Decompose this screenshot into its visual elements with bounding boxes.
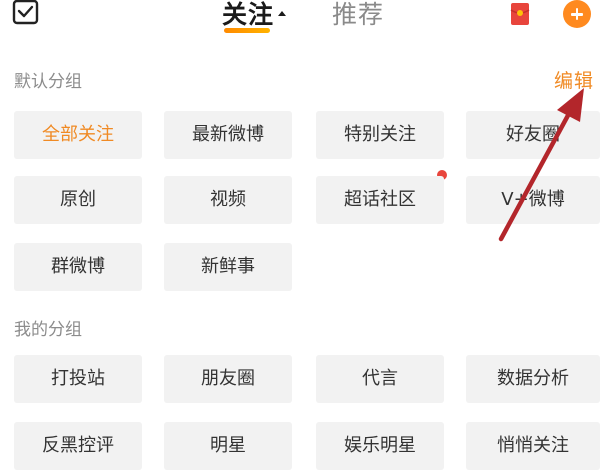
section-title-default: 默认分组 xyxy=(14,72,82,92)
group-chip[interactable]: 最新微博 xyxy=(164,111,292,159)
top-bar: 关注 推荐 xyxy=(0,0,600,44)
group-chip[interactable]: 群微博 xyxy=(14,243,142,291)
group-chip[interactable]: 超话社区 xyxy=(316,176,444,224)
group-chip[interactable]: 新鲜事 xyxy=(164,243,292,291)
checkin-icon[interactable] xyxy=(12,0,40,26)
tab-recommend[interactable]: 推荐 xyxy=(332,0,384,32)
caret-up-icon xyxy=(278,10,287,16)
group-chip[interactable]: 悄悄关注 xyxy=(466,422,600,470)
group-chip[interactable]: 全部关注 xyxy=(14,111,142,159)
group-chip[interactable]: 原创 xyxy=(14,176,142,224)
group-chip[interactable]: 特别关注 xyxy=(316,111,444,159)
group-chip[interactable]: 朋友圈 xyxy=(164,355,292,403)
annotation-arrow-icon xyxy=(498,88,584,242)
group-chip[interactable]: 视频 xyxy=(164,176,292,224)
group-chip[interactable]: 打投站 xyxy=(14,355,142,403)
group-chip[interactable]: 数据分析 xyxy=(466,355,600,403)
group-chip[interactable]: 好友圈 xyxy=(466,111,600,159)
tab-follow-label: 关注 xyxy=(222,0,275,29)
group-chip[interactable]: 娱乐明星 xyxy=(316,422,444,470)
section-title-mine: 我的分组 xyxy=(14,320,82,340)
group-chip[interactable]: V+微博 xyxy=(466,176,600,224)
group-chip[interactable]: 明星 xyxy=(164,422,292,470)
add-button[interactable] xyxy=(563,0,591,28)
group-chip[interactable]: 代言 xyxy=(316,355,444,403)
red-packet-icon[interactable] xyxy=(510,2,530,26)
edit-button[interactable]: 编辑 xyxy=(554,70,594,92)
active-tab-indicator xyxy=(224,28,270,33)
group-chip[interactable]: 反黑控评 xyxy=(14,422,142,470)
